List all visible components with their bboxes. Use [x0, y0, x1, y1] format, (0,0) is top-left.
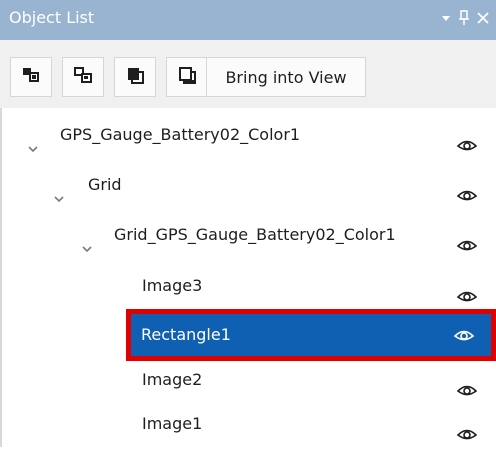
tree-item-rectangle1-selected[interactable]: Rectangle1 [126, 309, 496, 361]
tree-item-image1[interactable]: Image1 [2, 401, 496, 447]
selection-highlight: Rectangle1 [131, 314, 491, 356]
toolbar: Bring into View [0, 40, 496, 108]
tree-item-label: GPS_Gauge_Battery02_Color1 [60, 125, 301, 144]
tree-item-label: Image3 [142, 276, 203, 295]
tree-item-root[interactable]: GPS_Gauge_Battery02_Color1 [2, 112, 496, 158]
pin-icon[interactable] [458, 10, 470, 26]
bring-into-view-button[interactable]: Bring into View [206, 57, 366, 97]
tree-item-image3[interactable]: Image3 [2, 263, 496, 309]
send-backward-button[interactable] [62, 57, 104, 97]
send-to-back-icon [176, 64, 198, 90]
bring-forward-button[interactable] [10, 57, 52, 97]
send-backward-icon [72, 64, 94, 90]
bring-forward-icon [20, 64, 42, 90]
tree-item-label: Grid [88, 175, 122, 194]
tree-item-grid-gps[interactable]: Grid_GPS_Gauge_Battery02_Color1 [2, 212, 496, 258]
dropdown-arrow-icon[interactable] [440, 12, 452, 24]
eye-icon[interactable] [453, 326, 475, 348]
tree-item-label: Rectangle1 [141, 325, 231, 344]
send-to-back-button[interactable] [166, 57, 208, 97]
tree-item-label: Image1 [142, 414, 203, 433]
bring-to-front-button[interactable] [114, 57, 156, 97]
bring-to-front-icon [124, 64, 146, 90]
tree-item-label: Grid_GPS_Gauge_Battery02_Color1 [114, 225, 396, 244]
eye-icon[interactable] [456, 415, 478, 461]
tree-item-grid[interactable]: Grid [2, 162, 496, 208]
bring-into-view-label: Bring into View [225, 67, 347, 87]
panel-title-bar: Object List [0, 0, 496, 40]
close-icon[interactable] [476, 11, 490, 25]
panel-title: Object List [9, 8, 95, 27]
tree-item-label: Image2 [142, 370, 203, 389]
tree-item-image2[interactable]: Image2 [2, 357, 496, 403]
title-bar-controls [440, 7, 490, 29]
